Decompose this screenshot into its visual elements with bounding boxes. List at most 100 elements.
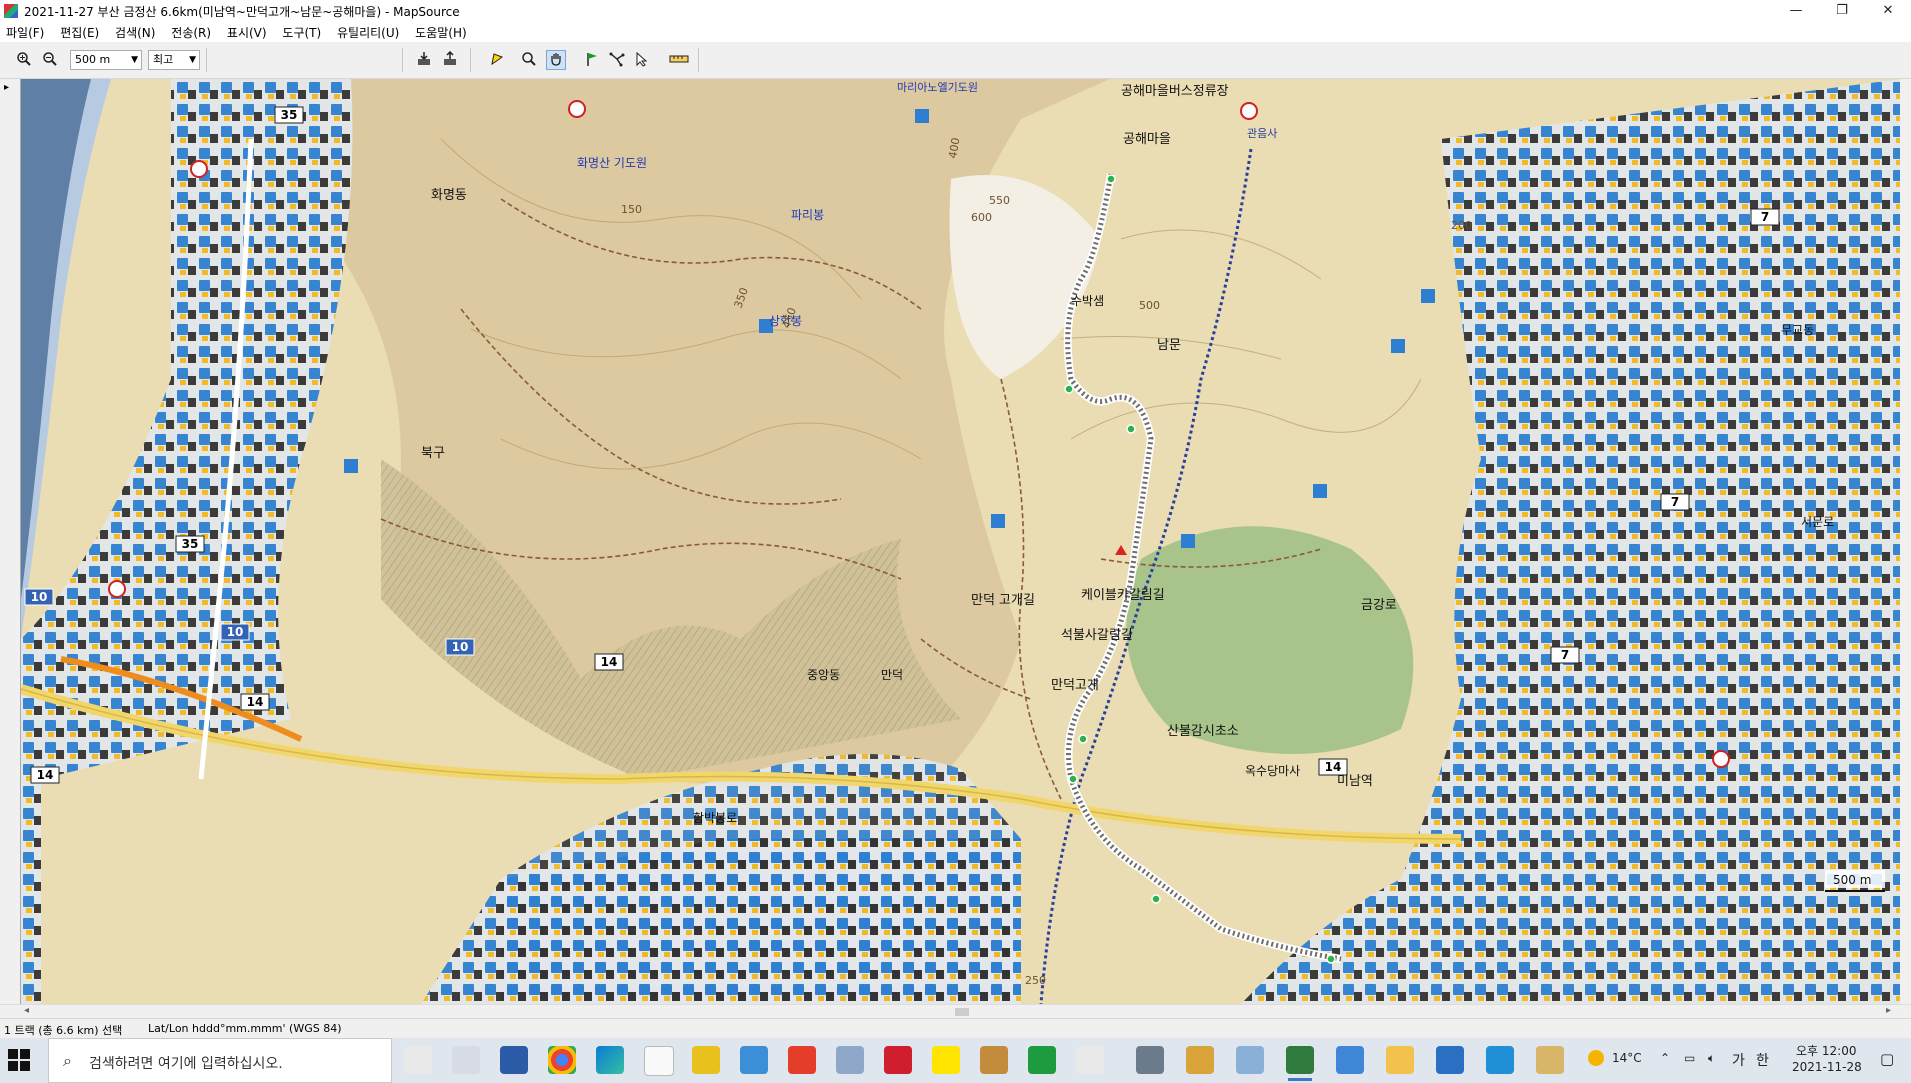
- route-14-label: 14: [247, 695, 264, 709]
- windows-start-icon[interactable]: [8, 1049, 30, 1071]
- measure-tool-icon[interactable]: [667, 50, 691, 70]
- menu-view[interactable]: 표시(V): [221, 22, 273, 41]
- app-flag2-icon[interactable]: [1336, 1046, 1364, 1074]
- coordinate-format: Lat/Lon hddd°mm.mmm' (WGS 84): [148, 1022, 342, 1035]
- chrome-icon[interactable]: [548, 1046, 576, 1074]
- app-red-icon[interactable]: [788, 1046, 816, 1074]
- clock-date[interactable]: 2021-11-28: [1792, 1060, 1862, 1074]
- scale-bar: 500 m: [1825, 870, 1885, 892]
- clock-time[interactable]: 오후 12:00: [1796, 1042, 1856, 1059]
- zoom-scale-select[interactable]: 500 m ▼: [70, 50, 142, 70]
- scroll-thumb[interactable]: [955, 1008, 969, 1016]
- label-paribong: 파리봉: [791, 208, 824, 222]
- speaker-icon[interactable]: 🔈︎: [1708, 1051, 1715, 1066]
- label-oksudang: 옥수당마사: [1245, 764, 1300, 778]
- label-seomun-ro: 서문로: [1801, 515, 1834, 529]
- scroll-right-icon[interactable]: ▸: [1886, 1005, 1891, 1016]
- microsoft-store-icon[interactable]: [500, 1046, 528, 1074]
- toolbar: 500 m ▼ 최고 ▼: [0, 42, 1911, 79]
- hand-tool-icon[interactable]: [546, 50, 566, 70]
- label-mugyo-dong: 무교동: [1781, 323, 1814, 337]
- app-flag-icon[interactable]: [1076, 1046, 1104, 1074]
- calculator-icon[interactable]: [1136, 1046, 1164, 1074]
- file-explorer-icon[interactable]: [1386, 1046, 1414, 1074]
- detail-level-select[interactable]: 최고 ▼: [148, 50, 200, 70]
- label-minam-station: 미남역: [1337, 774, 1373, 789]
- route-14-label: 14: [37, 768, 54, 782]
- route-tool-icon[interactable]: [607, 50, 627, 70]
- app-chart-icon[interactable]: [1028, 1046, 1056, 1074]
- toolbar-divider: [698, 48, 699, 72]
- edge-icon[interactable]: [596, 1046, 624, 1074]
- close-button[interactable]: ✕: [1865, 0, 1911, 22]
- send-to-device-icon[interactable]: [440, 50, 460, 70]
- label-maria-noel-prayer-house: 마리아노엘기도원: [897, 81, 978, 94]
- app-tool-icon[interactable]: [1236, 1046, 1264, 1074]
- weather-sun-icon[interactable]: [1588, 1050, 1604, 1066]
- notepad-icon[interactable]: [644, 1046, 674, 1076]
- zoom-tool-icon[interactable]: [519, 50, 539, 70]
- route-35-label: 35: [281, 108, 298, 122]
- minimize-button[interactable]: —: [1773, 0, 1819, 22]
- app-k-icon[interactable]: [1436, 1046, 1464, 1074]
- expand-panel-icon[interactable]: ▸: [4, 82, 9, 93]
- contour-label-600: 600: [971, 211, 992, 224]
- app-star-icon[interactable]: [692, 1046, 720, 1074]
- horizontal-scrollbar[interactable]: ◂ ▸: [0, 1004, 1911, 1019]
- app-monitor-icon[interactable]: [740, 1046, 768, 1074]
- notification-icon[interactable]: ▢: [1880, 1050, 1894, 1068]
- app-mascot-icon[interactable]: [1536, 1046, 1564, 1074]
- ime-lang[interactable]: 한: [1756, 1050, 1769, 1070]
- waypoint-tool-icon[interactable]: [582, 50, 602, 70]
- vertical-scrollbar[interactable]: [1900, 79, 1911, 1004]
- task-view-icon[interactable]: [404, 1046, 432, 1074]
- menu-search[interactable]: 검색(N): [109, 22, 161, 41]
- menu-tools[interactable]: 도구(T): [276, 22, 327, 41]
- menu-transfer[interactable]: 전송(R): [165, 22, 217, 41]
- zoom-out-icon[interactable]: [40, 50, 60, 70]
- map-view[interactable]: 35 35 10 10 10 14 14 14 14 7 7 7 공해마을버스정…: [20, 79, 1901, 1004]
- weather-temp[interactable]: 14°C: [1612, 1051, 1642, 1065]
- route-10-label: 10: [452, 640, 469, 654]
- windows-taskbar: ⌕ 검색하려면 여기에 입력하십시오. 14°C ⌃ ▭ 🔈︎ 가 한 오후 1…: [0, 1038, 1911, 1083]
- app-bird-icon[interactable]: [836, 1046, 864, 1074]
- ime-mode[interactable]: 가: [1732, 1050, 1745, 1070]
- label-jungang-dong: 중앙동: [807, 668, 840, 682]
- contour-label-150: 150: [621, 203, 642, 216]
- label-hwamyeongsan-prayer-house: 화명산 기도원: [577, 156, 647, 170]
- title-bar: 2021-11-27 부산 금정산 6.6km(미남역~만덕고개~남문~공해마을…: [0, 0, 1911, 22]
- chevron-up-icon[interactable]: ⌃: [1660, 1051, 1670, 1065]
- menu-file[interactable]: 파일(F): [0, 22, 50, 41]
- taskbar-search-box[interactable]: ⌕ 검색하려면 여기에 입력하십시오.: [48, 1038, 392, 1083]
- scroll-left-icon[interactable]: ◂: [24, 1005, 29, 1016]
- network-icon[interactable]: ▭: [1684, 1051, 1695, 1065]
- contour-label-200: 200: [1451, 219, 1472, 232]
- internet-explorer-icon[interactable]: [1486, 1046, 1514, 1074]
- app-character-icon[interactable]: [980, 1046, 1008, 1074]
- pointer-tool-icon[interactable]: [632, 50, 652, 70]
- label-hwamyeong-dong: 화명동: [431, 188, 467, 203]
- menu-edit[interactable]: 편집(E): [54, 22, 105, 41]
- menu-utilities[interactable]: 유틸리티(U): [331, 22, 405, 41]
- zoom-in-icon[interactable]: [14, 50, 34, 70]
- receive-from-device-icon[interactable]: [414, 50, 434, 70]
- restore-button[interactable]: ❐: [1819, 0, 1865, 22]
- contour-label-250: 250: [1025, 974, 1046, 987]
- toolbar-divider: [402, 48, 403, 72]
- topographic-map[interactable]: 35 35 10 10 10 14 14 14 14 7 7 7 공해마을버스정…: [21, 79, 1901, 1004]
- route-14-label: 14: [1325, 760, 1342, 774]
- label-mandeok-pass-road: 만덕 고개길: [971, 593, 1035, 608]
- menu-help[interactable]: 도움말(H): [409, 22, 473, 41]
- chevron-down-icon: ▼: [189, 55, 196, 65]
- label-mandeok-pass: 만덕고개: [1051, 678, 1099, 693]
- mapsource-taskbar-icon[interactable]: [1286, 1046, 1314, 1081]
- status-bar: 1 트랙 (총 6.6 km) 선택 Lat/Lon hddd°mm.mmm' …: [0, 1018, 1911, 1039]
- settings-gear-icon[interactable]: [452, 1046, 480, 1074]
- app-face-icon[interactable]: [1186, 1046, 1214, 1074]
- select-icon[interactable]: [487, 50, 507, 70]
- app-p-icon[interactable]: [884, 1046, 912, 1074]
- mapsource-app-icon: [4, 4, 18, 18]
- kakaotalk-icon[interactable]: [932, 1046, 960, 1074]
- label-nammun: 남문: [1157, 338, 1181, 353]
- route-10-label: 10: [227, 625, 244, 639]
